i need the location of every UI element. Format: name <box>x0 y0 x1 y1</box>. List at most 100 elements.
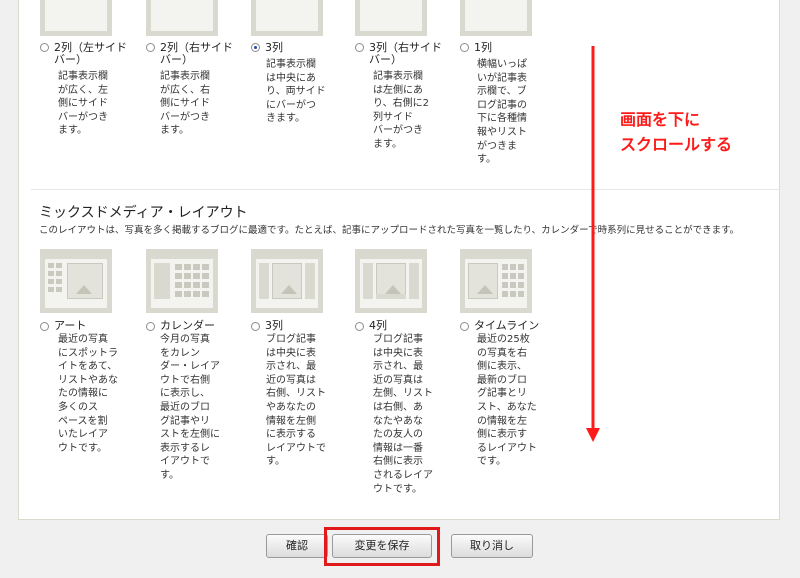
mixed-layout-label-5[interactable]: タイムライン <box>474 320 539 332</box>
thumbnail-canvas <box>256 254 318 308</box>
mixed-layout-radio-1[interactable] <box>40 322 49 331</box>
thumbnail-canvas <box>45 254 107 308</box>
thumbnail-footer-block <box>376 294 406 299</box>
mixed-layout-label-3[interactable]: 3列 <box>265 320 283 332</box>
mixed-layout-description-line: されるレイア <box>373 470 433 481</box>
timeline-cell <box>510 264 516 270</box>
top-layout-description-line: ます。 <box>373 139 402 150</box>
top-layout-description-line: にバーがつ <box>266 99 316 111</box>
image-placeholder-icon <box>272 263 302 299</box>
mixed-layout-description-line: いたレイア <box>58 429 108 441</box>
mixed-layout-label-2[interactable]: カレンダー <box>160 320 215 332</box>
top-layout-thumbnail-5[interactable] <box>460 0 532 36</box>
timeline-cell <box>510 291 516 297</box>
calendar-cell <box>184 264 191 270</box>
top-layout-description-line: 記事表示欄 <box>266 59 316 70</box>
timeline-cell <box>510 282 516 288</box>
thumbnail-grid-cell <box>56 287 62 292</box>
mixed-layout-description-line: たの友人の <box>373 429 423 441</box>
top-layout-description-line: 記事表示欄 <box>58 71 108 82</box>
thumbnail-grid-cell <box>48 279 54 284</box>
mixed-layout-description-line: 最近の写真 <box>58 334 108 345</box>
mixed-layout-radio-3[interactable] <box>251 322 260 331</box>
calendar-cell <box>202 264 209 270</box>
top-layout-thumbnail-1[interactable] <box>40 0 112 36</box>
mixed-layout-description-line: す。 <box>266 456 285 468</box>
mixed-layout-description-line: ダー・レイア <box>160 361 220 373</box>
mixed-layout-description-line: グ記事やリ <box>160 415 210 427</box>
mountain-icon <box>76 285 92 294</box>
top-layout-thumbnail-2[interactable] <box>146 0 218 36</box>
top-layout-label-3[interactable]: 3列 <box>265 42 283 54</box>
top-layout-label-1[interactable]: バー） <box>54 54 87 66</box>
top-layout-radio-1[interactable] <box>40 43 49 52</box>
top-layout-description-line: バーがつき <box>373 125 423 137</box>
mixed-layout-description-line: イアウトで <box>160 456 210 468</box>
calendar-cell <box>175 291 182 297</box>
mixed-layout-description-line: は中央に表 <box>266 347 316 359</box>
mixed-layout-description-line: ウトです。 <box>58 442 107 454</box>
top-layout-label-4[interactable]: バー） <box>369 54 402 66</box>
mixed-layout-radio-5[interactable] <box>460 322 469 331</box>
mountain-icon <box>281 285 297 294</box>
calendar-cell <box>193 282 200 288</box>
top-layout-radio-2[interactable] <box>146 43 155 52</box>
mixed-layout-description-line: 側に表示、 <box>477 361 527 373</box>
mixed-layout-description-line: 最近の25枚 <box>477 334 530 345</box>
top-layout-description-line: り、右側に2 <box>373 98 429 110</box>
thumbnail-sidebar-block <box>305 263 315 299</box>
timeline-cell <box>518 282 524 288</box>
mixed-layout-description-line: ウトです。 <box>373 483 422 495</box>
mixed-layout-thumbnail-3[interactable] <box>251 249 323 313</box>
thumbnail-canvas <box>465 254 527 308</box>
mixed-layout-thumbnail-2[interactable] <box>146 249 218 313</box>
mixed-layout-description-line: す。 <box>160 470 179 481</box>
cancel-button[interactable]: 取り消し <box>451 534 533 558</box>
top-layout-radio-4[interactable] <box>355 43 364 52</box>
mixed-layout-description-line: をカレン <box>160 347 200 359</box>
mixed-layout-label-1[interactable]: アート <box>54 320 86 332</box>
mixed-layout-description-line: ブログ記事 <box>266 334 316 345</box>
annotation-line-2: スクロールする <box>620 135 733 154</box>
mixed-layout-description-line: なたやあな <box>373 415 423 427</box>
mixed-layout-description-line: 最新のブロ <box>477 374 527 386</box>
top-layout-description-line: り、両サイド <box>266 86 326 98</box>
top-layout-thumbnail-3[interactable] <box>251 0 323 36</box>
thumbnail-canvas <box>151 254 213 308</box>
calendar-cell <box>175 273 182 279</box>
timeline-cell <box>518 291 524 297</box>
thumbnail-header-block <box>465 254 527 259</box>
thumbnail-header-block <box>256 254 318 259</box>
calendar-cell <box>184 273 191 279</box>
save-button-highlight-box <box>324 527 440 566</box>
timeline-cell <box>502 273 508 279</box>
thumbnail-canvas <box>360 254 422 308</box>
mixed-layout-thumbnail-1[interactable] <box>40 249 112 313</box>
mixed-layout-thumbnail-4[interactable] <box>355 249 427 313</box>
mixed-layout-radio-4[interactable] <box>355 322 364 331</box>
mountain-icon <box>477 285 493 294</box>
top-layout-description-line: バーがつき <box>58 111 108 123</box>
mixed-layout-label-4[interactable]: 4列 <box>369 320 387 332</box>
mixed-layout-description-line: 今月の写真 <box>160 334 210 345</box>
top-layout-radio-5[interactable] <box>460 43 469 52</box>
top-layout-description-line: 列サイド <box>373 111 413 123</box>
mixed-layout-radio-2[interactable] <box>146 322 155 331</box>
annotation-line-1: 画面を下に <box>620 110 701 129</box>
top-layout-thumbnail-4[interactable] <box>355 0 427 36</box>
calendar-cell <box>175 282 182 288</box>
calendar-cell <box>175 264 182 270</box>
calendar-cell <box>202 291 209 297</box>
top-layout-description-line: は中央にあ <box>266 72 316 84</box>
thumbnail-grid-cell <box>48 263 54 268</box>
mixed-layout-description-line: レイアウトで <box>266 442 326 454</box>
mixed-layout-description-line: スト、あなた <box>477 402 537 413</box>
top-layout-radio-3[interactable] <box>251 43 260 52</box>
thumbnail-header-block <box>45 254 107 259</box>
calendar-cell <box>193 291 200 297</box>
mixed-layout-thumbnail-5[interactable] <box>460 249 532 313</box>
top-layout-description-line: 記事表示欄 <box>373 71 423 82</box>
top-layout-label-2[interactable]: バー） <box>160 54 193 66</box>
confirm-button[interactable]: 確認 <box>266 534 328 558</box>
top-layout-label-5[interactable]: 1列 <box>474 42 492 54</box>
